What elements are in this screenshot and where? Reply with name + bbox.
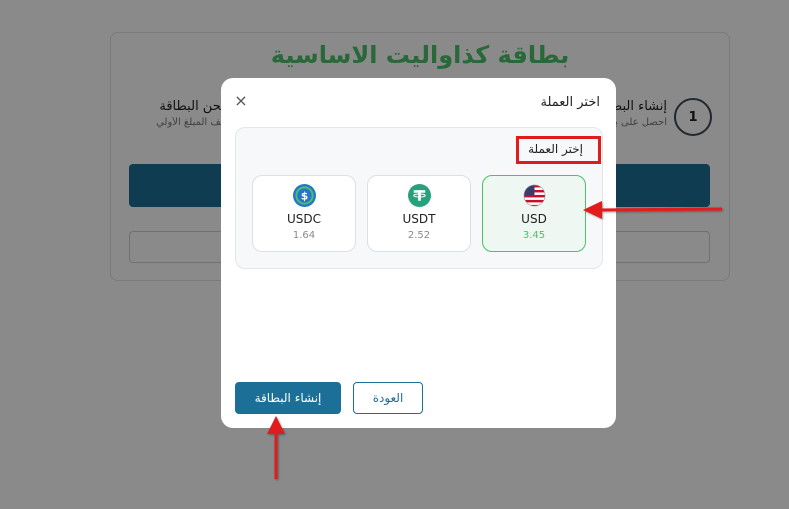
close-icon[interactable]: ×	[234, 93, 248, 109]
currency-rate: 2.52	[407, 230, 431, 241]
currency-options-panel: إختر العملة USD 3.45 USDT 2.52 $ USDC 1.…	[235, 127, 603, 269]
back-button[interactable]: العودة	[353, 382, 423, 414]
currency-option-usdt[interactable]: USDT 2.52	[367, 175, 471, 252]
currency-rate: 3.45	[522, 230, 546, 241]
us-flag-icon	[523, 184, 546, 207]
usdc-icon: $	[292, 184, 316, 207]
annotation-highlight-box	[516, 136, 601, 164]
currency-rate: 1.64	[292, 230, 316, 241]
create-card-button[interactable]: إنشاء البطاقة	[235, 382, 341, 414]
currency-code: USDT	[402, 212, 436, 226]
currency-option-usd[interactable]: USD 3.45	[482, 175, 586, 252]
tether-icon	[407, 184, 431, 207]
currency-code: USD	[521, 212, 547, 226]
currency-select-dialog: اختر العملة × إختر العملة USD 3.45 USDT …	[221, 78, 616, 428]
dialog-title: اختر العملة	[540, 95, 600, 110]
currency-code: USDC	[286, 212, 322, 226]
svg-text:$: $	[300, 190, 307, 202]
currency-option-usdc[interactable]: $ USDC 1.64	[252, 175, 356, 252]
